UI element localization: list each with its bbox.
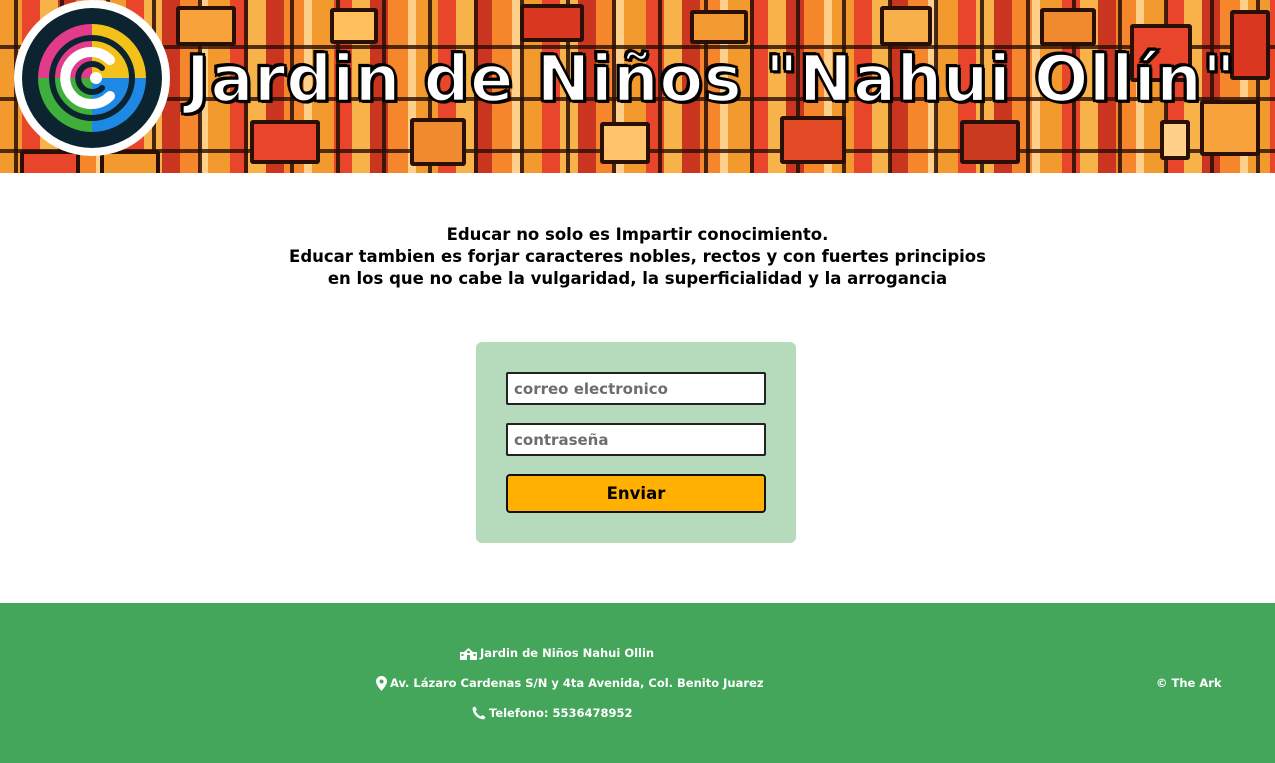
school-logo[interactable] — [14, 0, 170, 156]
footer-school-name: Jardin de Niños Nahui Ollin — [460, 645, 654, 661]
school-icon — [460, 647, 477, 660]
motto-line-1: Educar no solo es Impartir conocimiento. — [446, 225, 829, 244]
motto-text: Educar no solo es Impartir conocimiento.… — [0, 224, 1275, 290]
footer-school-name-text: Jardin de Niños Nahui Ollin — [480, 646, 655, 660]
email-field[interactable] — [506, 372, 766, 405]
footer-phone-text: Telefono: 5536478952 — [489, 706, 633, 720]
phone-icon — [472, 706, 486, 720]
footer-address: Av. Lázaro Cardenas S/N y 4ta Avenida, C… — [376, 675, 764, 691]
footer-copyright-text: © The Ark — [1156, 676, 1222, 690]
footer-address-text: Av. Lázaro Cardenas S/N y 4ta Avenida, C… — [390, 676, 764, 690]
map-pin-icon — [376, 675, 387, 691]
login-form: Enviar — [476, 342, 796, 543]
footer-copyright: © The Ark — [1156, 675, 1222, 691]
submit-button[interactable]: Enviar — [506, 474, 766, 513]
motto-line-3: en los que no cabe la vulgaridad, la sup… — [327, 269, 948, 288]
motto-line-2: Educar tambien es forjar caracteres nobl… — [289, 247, 986, 266]
page-title: Jardin de Niños "Nahui Ollín" — [185, 42, 1237, 119]
spiral-logo-graphic — [38, 24, 146, 132]
password-field[interactable] — [506, 423, 766, 456]
spiral-logo-icon — [22, 8, 162, 148]
header-banner: Jardin de Niños "Nahui Ollín" — [0, 0, 1275, 173]
footer-phone: Telefono: 5536478952 — [472, 705, 632, 721]
footer: Jardin de Niños Nahui Ollin Av. Lázaro C… — [0, 603, 1275, 763]
